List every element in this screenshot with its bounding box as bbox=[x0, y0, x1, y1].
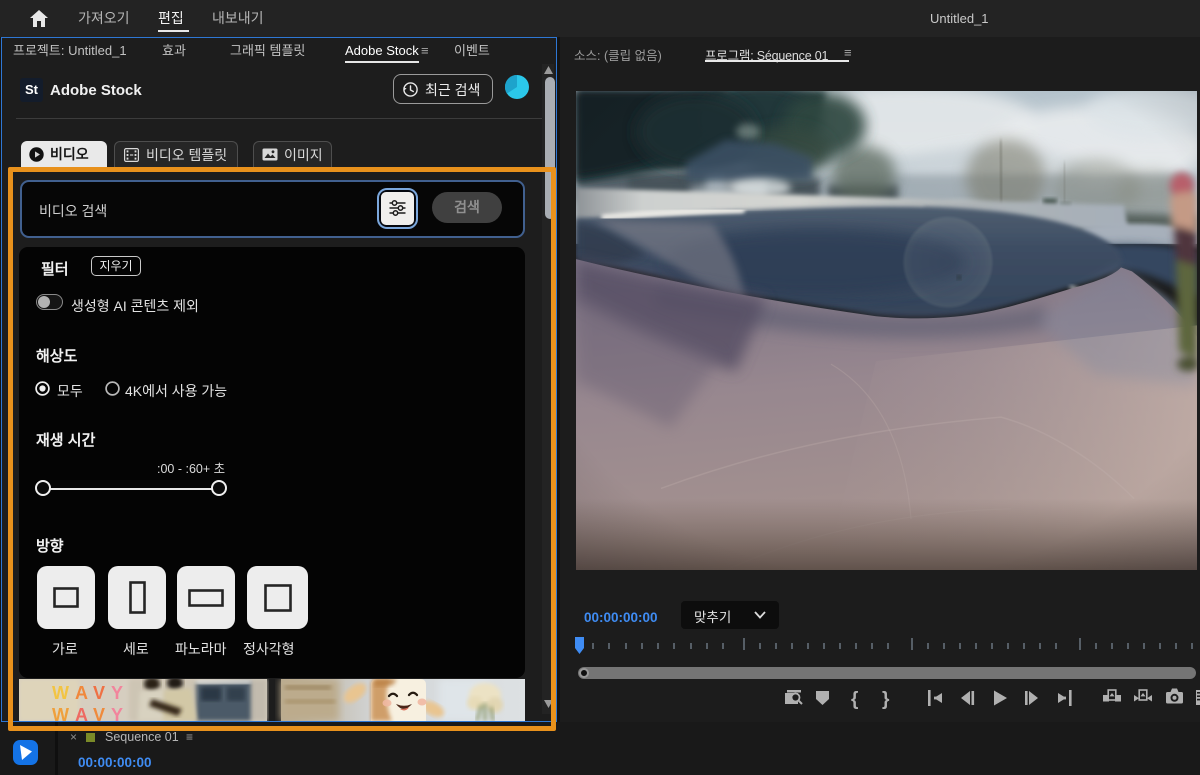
svg-text:A: A bbox=[75, 683, 88, 703]
svg-text:W: W bbox=[52, 705, 69, 721]
svg-text:}: } bbox=[882, 689, 890, 710]
svg-text:A: A bbox=[75, 705, 88, 721]
svg-text:W: W bbox=[52, 683, 69, 703]
svg-text:V: V bbox=[93, 705, 105, 721]
svg-text:Y: Y bbox=[111, 705, 123, 721]
svg-text:{: { bbox=[851, 689, 858, 710]
svg-text:Y: Y bbox=[111, 683, 123, 703]
svg-text:V: V bbox=[93, 683, 105, 703]
